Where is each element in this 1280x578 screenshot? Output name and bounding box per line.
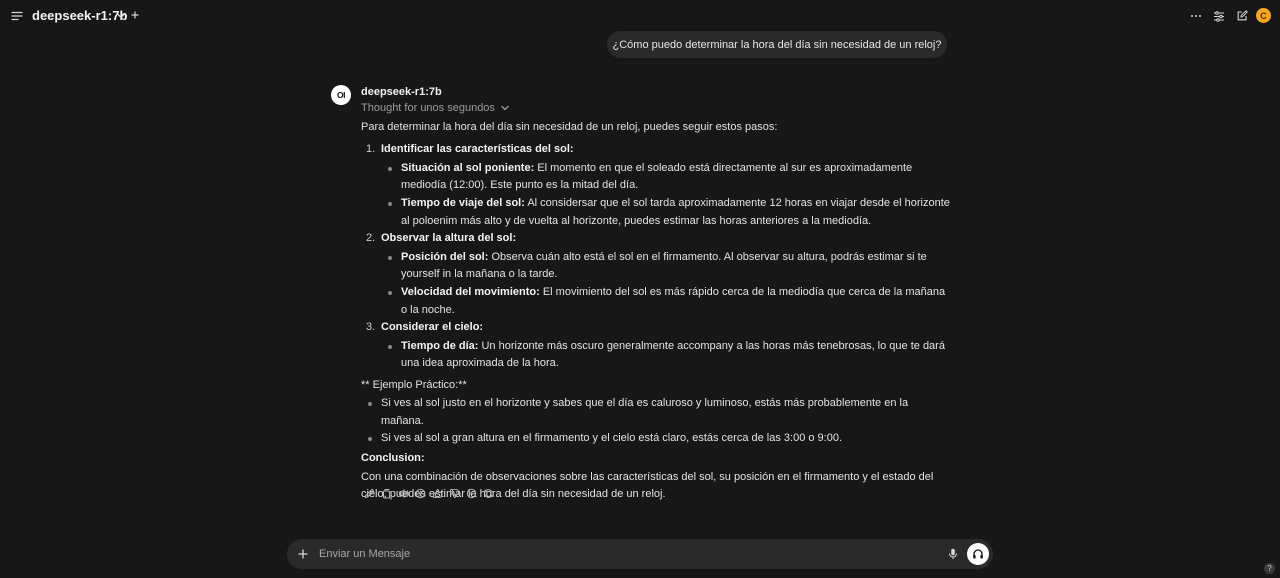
- sub-item-key: Tiempo de día:: [401, 339, 479, 352]
- sub-item: Situación al sol poniente: El momento en…: [381, 160, 951, 195]
- new-chat-icon[interactable]: [1235, 9, 1249, 23]
- examples-list: Si ves al sol justo en el horizonte y sa…: [361, 395, 951, 447]
- message-actions: [363, 487, 494, 499]
- add-model-icon[interactable]: [130, 10, 140, 20]
- user-message-bubble: ¿Cómo puedo determinar la hora del día s…: [607, 31, 947, 58]
- assistant-name: deepseek-r1:7b: [361, 86, 442, 98]
- thought-label: Thought for unos segundos: [361, 102, 495, 114]
- user-avatar[interactable]: C: [1256, 8, 1271, 23]
- example-item: Si ves al sol a gran altura en el firmam…: [361, 430, 951, 447]
- top-bar: deepseek-r1:7b C: [0, 0, 1280, 32]
- sub-item-key: Tiempo de viaje del sol:: [401, 197, 525, 210]
- intro-paragraph: Para determinar la hora del día sin nece…: [361, 121, 778, 133]
- step-title: Identificar las características del sol:: [381, 143, 574, 156]
- assistant-avatar: OI: [331, 85, 351, 105]
- copy-icon[interactable]: [380, 487, 392, 499]
- sub-item-key: Posición del sol:: [401, 250, 489, 263]
- sub-item: Tiempo de día: Un horizonte más oscuro g…: [381, 338, 951, 373]
- steps-list: 1. Identificar las características del s…: [361, 141, 951, 372]
- step-item: 2. Observar la altura del sol: Posición …: [361, 230, 951, 319]
- controls-sliders-icon[interactable]: [1212, 9, 1226, 23]
- sub-item-key: Velocidad del movimiento:: [401, 286, 540, 299]
- read-aloud-icon[interactable]: [397, 487, 409, 499]
- plus-icon[interactable]: [297, 548, 309, 560]
- thumbs-up-icon[interactable]: [431, 487, 443, 499]
- sub-item: Velocidad del movimiento: El movimiento …: [381, 284, 951, 319]
- thumbs-down-icon[interactable]: [448, 487, 460, 499]
- edit-icon[interactable]: [363, 487, 375, 499]
- step-number: 2.: [366, 232, 376, 245]
- message-input-bar: [287, 539, 993, 569]
- assistant-message-content: Para determinar la hora del día sin nece…: [361, 119, 951, 504]
- step-title: Observar la altura del sol:: [381, 232, 517, 245]
- sub-item: Posición del sol: Observa cuán alto está…: [381, 249, 951, 284]
- example-item: Si ves al sol justo en el horizonte y sa…: [361, 395, 951, 430]
- more-options-icon[interactable]: [1189, 9, 1203, 23]
- sub-item-key: Situación al sol poniente:: [401, 161, 535, 174]
- microphone-icon[interactable]: [947, 548, 959, 560]
- chevron-down-icon: [500, 103, 510, 113]
- sidebar-toggle-icon[interactable]: [10, 9, 24, 23]
- chevron-down-icon[interactable]: [116, 11, 126, 21]
- sub-item-text: Un horizonte más oscuro generalmente acc…: [401, 339, 945, 370]
- message-input[interactable]: [319, 539, 919, 569]
- example-heading: ** Ejemplo Práctico:**: [361, 378, 467, 391]
- regenerate-icon[interactable]: [482, 487, 494, 499]
- model-selector-label[interactable]: deepseek-r1:7b: [32, 8, 127, 23]
- headphones-icon: [972, 548, 984, 560]
- thought-toggle[interactable]: Thought for unos segundos: [361, 102, 510, 114]
- sub-item: Tiempo de viaje del sol: Al considersar …: [381, 195, 951, 230]
- step-item: 1. Identificar las características del s…: [361, 141, 951, 230]
- step-title: Considerar el cielo:: [381, 321, 484, 334]
- continue-icon[interactable]: [465, 487, 477, 499]
- step-number: 1.: [366, 143, 376, 156]
- info-icon[interactable]: [414, 487, 426, 499]
- conclusion-title: Conclusion:: [361, 452, 425, 465]
- step-item: 3. Considerar el cielo: Tiempo de día: U…: [361, 319, 951, 372]
- step-number: 3.: [366, 321, 376, 334]
- voice-mode-button[interactable]: [967, 543, 989, 565]
- help-button[interactable]: ?: [1264, 563, 1275, 574]
